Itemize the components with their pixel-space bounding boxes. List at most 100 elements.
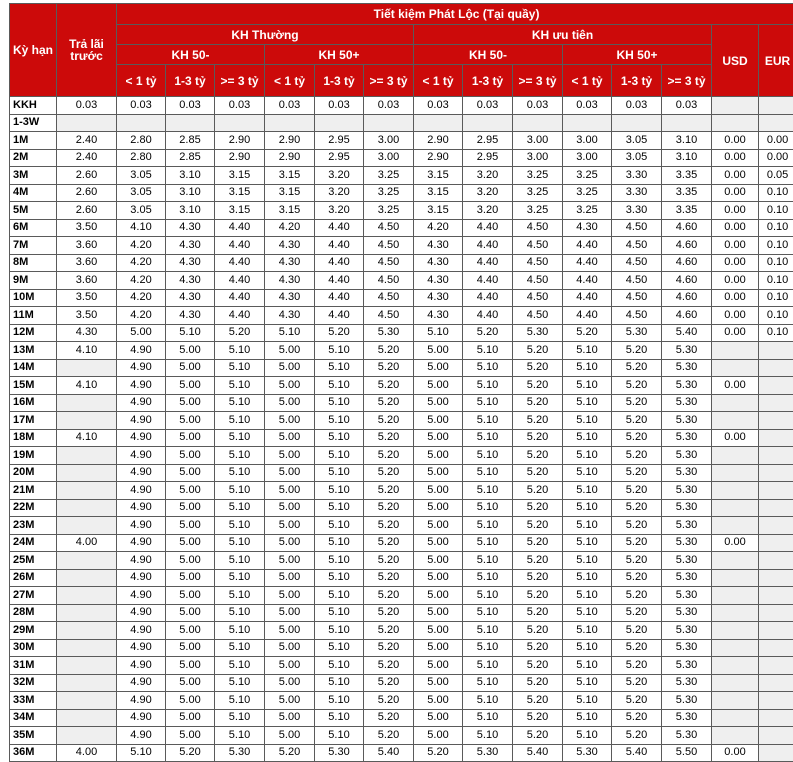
rate-cell: 2.90 <box>215 149 265 167</box>
rate-cell: 5.00 <box>414 727 463 745</box>
table-row: 1-3W <box>10 114 793 132</box>
rate-cell: 5.20 <box>364 622 414 640</box>
rate-cell: 5.10 <box>463 464 513 482</box>
rate-cell: 5.30 <box>662 517 712 535</box>
rate-cell: 3.10 <box>166 167 215 185</box>
rate-cell: 5.20 <box>513 604 563 622</box>
prepaid-rate-cell: 3.60 <box>57 237 117 255</box>
rate-cell: 5.30 <box>662 342 712 360</box>
table-row: 10M3.504.204.304.404.304.404.504.304.404… <box>10 289 793 307</box>
usd-rate-cell: 0.00 <box>712 202 759 220</box>
eur-rate-cell <box>759 639 793 657</box>
prepaid-rate-cell <box>57 499 117 517</box>
rate-cell: 5.10 <box>215 657 265 675</box>
rate-cell: 4.30 <box>563 219 612 237</box>
prepaid-rate-cell <box>57 412 117 430</box>
rate-cell: 4.30 <box>265 237 315 255</box>
rate-cell: 5.20 <box>513 727 563 745</box>
rate-cell: 5.10 <box>315 604 364 622</box>
rate-cell: 3.15 <box>414 202 463 220</box>
usd-rate-cell: 0.00 <box>712 744 759 762</box>
rate-cell: 5.30 <box>662 587 712 605</box>
rate-cell: 5.10 <box>215 447 265 465</box>
rate-cell: 5.30 <box>563 744 612 762</box>
rate-cell: 5.10 <box>563 534 612 552</box>
rate-cell: 3.25 <box>364 202 414 220</box>
rate-cell: 5.00 <box>166 464 215 482</box>
usd-rate-cell <box>712 394 759 412</box>
rate-cell: 4.20 <box>117 254 166 272</box>
rate-cell: 5.00 <box>166 709 215 727</box>
rate-cell: 5.20 <box>513 709 563 727</box>
rate-cell: 5.10 <box>215 552 265 570</box>
prepaid-rate-cell: 4.00 <box>57 534 117 552</box>
rate-cell: 0.03 <box>563 97 612 115</box>
rate-cell: 5.00 <box>166 622 215 640</box>
rate-cell: 5.10 <box>563 447 612 465</box>
rate-cell: 4.90 <box>117 639 166 657</box>
eur-rate-cell <box>759 552 793 570</box>
rate-cell: 5.00 <box>166 517 215 535</box>
rate-cell: 5.00 <box>265 394 315 412</box>
rate-cell: 5.20 <box>513 692 563 710</box>
rate-cell: 5.20 <box>612 412 662 430</box>
rate-cell: 5.10 <box>315 534 364 552</box>
eur-rate-cell: 0.00 <box>759 132 793 150</box>
rate-cell: 4.40 <box>215 219 265 237</box>
term-cell: 7M <box>10 237 57 255</box>
rate-cell: 3.25 <box>513 167 563 185</box>
term-cell: 6M <box>10 219 57 237</box>
rate-cell: 5.10 <box>563 674 612 692</box>
prepaid-rate-cell: 4.10 <box>57 342 117 360</box>
rate-cell: 5.20 <box>364 482 414 500</box>
rate-cell: 5.00 <box>414 359 463 377</box>
rate-cell: 0.03 <box>117 97 166 115</box>
rate-cell: 5.20 <box>612 727 662 745</box>
rate-cell: 5.00 <box>414 482 463 500</box>
rate-cell: 5.30 <box>662 692 712 710</box>
rate-cell: 5.10 <box>463 692 513 710</box>
tier-lt1-header: < 1 tỷ <box>117 65 166 97</box>
rate-cell: 4.90 <box>117 394 166 412</box>
rate-cell: 5.30 <box>662 552 712 570</box>
rate-cell: 5.10 <box>315 359 364 377</box>
eur-rate-cell: 0.10 <box>759 254 793 272</box>
eur-rate-cell <box>759 447 793 465</box>
rate-cell <box>215 114 265 132</box>
rate-cell: 5.00 <box>414 412 463 430</box>
rate-cell: 5.30 <box>463 744 513 762</box>
rate-cell: 5.40 <box>612 744 662 762</box>
eur-rate-cell: 0.10 <box>759 184 793 202</box>
rate-cell: 3.15 <box>265 202 315 220</box>
rate-cell: 3.15 <box>215 202 265 220</box>
rate-cell: 5.30 <box>364 324 414 342</box>
eur-rate-cell: 0.00 <box>759 149 793 167</box>
rate-cell: 3.20 <box>463 202 513 220</box>
term-cell: 27M <box>10 587 57 605</box>
rate-cell: 5.10 <box>215 412 265 430</box>
rate-cell: 4.90 <box>117 377 166 395</box>
rate-cell: 5.20 <box>364 359 414 377</box>
rate-cell: 5.30 <box>662 499 712 517</box>
rate-cell: 5.00 <box>166 639 215 657</box>
table-row: 1M2.402.802.852.902.902.953.002.902.953.… <box>10 132 793 150</box>
rate-cell <box>117 114 166 132</box>
rate-cell: 5.20 <box>364 552 414 570</box>
rate-cell: 0.03 <box>265 97 315 115</box>
rate-cell: 5.00 <box>414 534 463 552</box>
eur-rate-cell <box>759 569 793 587</box>
rate-cell: 5.20 <box>612 429 662 447</box>
rate-cell: 5.00 <box>414 447 463 465</box>
rate-cell: 5.20 <box>612 709 662 727</box>
eur-rate-cell <box>759 727 793 745</box>
rate-cell: 5.30 <box>612 324 662 342</box>
rate-cell: 2.95 <box>463 132 513 150</box>
interest-rate-table: Kỳ hạn Trả lãi trước Tiết kiệm Phát Lộc … <box>9 3 793 762</box>
usd-rate-cell <box>712 114 759 132</box>
prepaid-rate-cell <box>57 552 117 570</box>
rate-cell: 4.10 <box>117 219 166 237</box>
eur-rate-cell <box>759 534 793 552</box>
rate-cell: 5.10 <box>315 342 364 360</box>
normal-under50-header: KH 50- <box>117 45 265 65</box>
usd-rate-cell: 0.00 <box>712 149 759 167</box>
